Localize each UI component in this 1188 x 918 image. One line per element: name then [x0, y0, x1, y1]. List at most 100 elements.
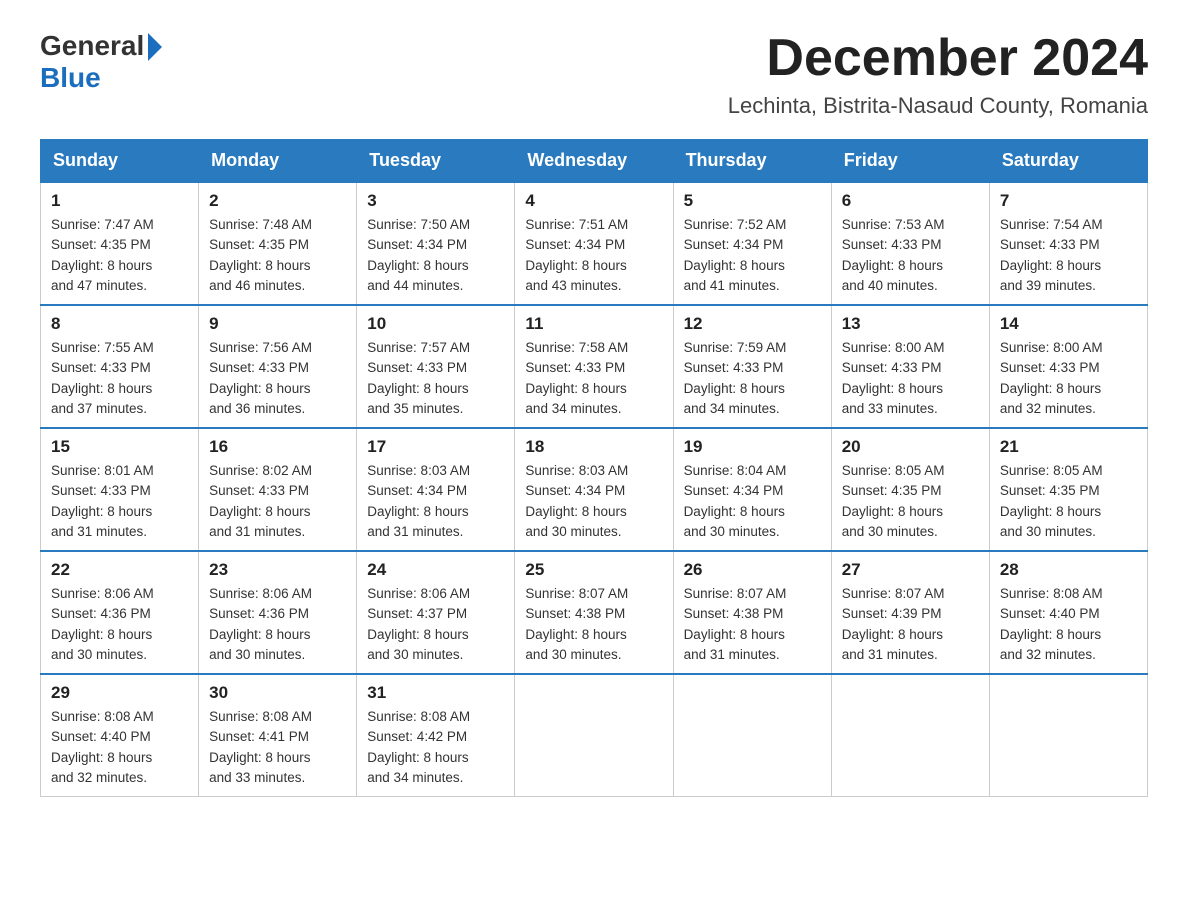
- table-row: 30 Sunrise: 8:08 AMSunset: 4:41 PMDaylig…: [199, 674, 357, 797]
- day-info: Sunrise: 8:06 AMSunset: 4:37 PMDaylight:…: [367, 584, 504, 665]
- day-number: 24: [367, 560, 504, 580]
- calendar-week-row: 1 Sunrise: 7:47 AMSunset: 4:35 PMDayligh…: [41, 182, 1148, 305]
- logo-general-text: General: [40, 30, 144, 62]
- table-row: 27 Sunrise: 8:07 AMSunset: 4:39 PMDaylig…: [831, 551, 989, 674]
- col-thursday: Thursday: [673, 140, 831, 183]
- day-number: 1: [51, 191, 188, 211]
- table-row: 28 Sunrise: 8:08 AMSunset: 4:40 PMDaylig…: [989, 551, 1147, 674]
- calendar-header-row: Sunday Monday Tuesday Wednesday Thursday…: [41, 140, 1148, 183]
- day-number: 2: [209, 191, 346, 211]
- day-number: 31: [367, 683, 504, 703]
- day-info: Sunrise: 7:48 AMSunset: 4:35 PMDaylight:…: [209, 215, 346, 296]
- day-info: Sunrise: 7:54 AMSunset: 4:33 PMDaylight:…: [1000, 215, 1137, 296]
- table-row: 1 Sunrise: 7:47 AMSunset: 4:35 PMDayligh…: [41, 182, 199, 305]
- page-header: General Blue December 2024 Lechinta, Bis…: [40, 30, 1148, 119]
- calendar-table: Sunday Monday Tuesday Wednesday Thursday…: [40, 139, 1148, 797]
- day-number: 28: [1000, 560, 1137, 580]
- table-row: 14 Sunrise: 8:00 AMSunset: 4:33 PMDaylig…: [989, 305, 1147, 428]
- day-number: 25: [525, 560, 662, 580]
- table-row: 20 Sunrise: 8:05 AMSunset: 4:35 PMDaylig…: [831, 428, 989, 551]
- day-number: 23: [209, 560, 346, 580]
- logo: General Blue: [40, 30, 162, 94]
- table-row: 16 Sunrise: 8:02 AMSunset: 4:33 PMDaylig…: [199, 428, 357, 551]
- day-number: 13: [842, 314, 979, 334]
- day-info: Sunrise: 7:47 AMSunset: 4:35 PMDaylight:…: [51, 215, 188, 296]
- day-number: 4: [525, 191, 662, 211]
- table-row: 2 Sunrise: 7:48 AMSunset: 4:35 PMDayligh…: [199, 182, 357, 305]
- col-tuesday: Tuesday: [357, 140, 515, 183]
- day-info: Sunrise: 7:57 AMSunset: 4:33 PMDaylight:…: [367, 338, 504, 419]
- table-row: 13 Sunrise: 8:00 AMSunset: 4:33 PMDaylig…: [831, 305, 989, 428]
- table-row: 18 Sunrise: 8:03 AMSunset: 4:34 PMDaylig…: [515, 428, 673, 551]
- calendar-week-row: 22 Sunrise: 8:06 AMSunset: 4:36 PMDaylig…: [41, 551, 1148, 674]
- day-info: Sunrise: 8:08 AMSunset: 4:42 PMDaylight:…: [367, 707, 504, 788]
- table-row: 7 Sunrise: 7:54 AMSunset: 4:33 PMDayligh…: [989, 182, 1147, 305]
- day-number: 15: [51, 437, 188, 457]
- day-number: 7: [1000, 191, 1137, 211]
- col-sunday: Sunday: [41, 140, 199, 183]
- day-info: Sunrise: 8:08 AMSunset: 4:40 PMDaylight:…: [51, 707, 188, 788]
- table-row: 19 Sunrise: 8:04 AMSunset: 4:34 PMDaylig…: [673, 428, 831, 551]
- table-row: 23 Sunrise: 8:06 AMSunset: 4:36 PMDaylig…: [199, 551, 357, 674]
- day-number: 18: [525, 437, 662, 457]
- table-row: 17 Sunrise: 8:03 AMSunset: 4:34 PMDaylig…: [357, 428, 515, 551]
- day-number: 3: [367, 191, 504, 211]
- day-info: Sunrise: 8:00 AMSunset: 4:33 PMDaylight:…: [1000, 338, 1137, 419]
- day-number: 5: [684, 191, 821, 211]
- day-number: 20: [842, 437, 979, 457]
- logo-triangle-icon: [148, 33, 162, 61]
- logo-blue-text: Blue: [40, 62, 162, 94]
- col-wednesday: Wednesday: [515, 140, 673, 183]
- day-number: 27: [842, 560, 979, 580]
- day-number: 11: [525, 314, 662, 334]
- table-row: 8 Sunrise: 7:55 AMSunset: 4:33 PMDayligh…: [41, 305, 199, 428]
- day-info: Sunrise: 8:00 AMSunset: 4:33 PMDaylight:…: [842, 338, 979, 419]
- table-row: 12 Sunrise: 7:59 AMSunset: 4:33 PMDaylig…: [673, 305, 831, 428]
- col-friday: Friday: [831, 140, 989, 183]
- day-info: Sunrise: 7:53 AMSunset: 4:33 PMDaylight:…: [842, 215, 979, 296]
- day-info: Sunrise: 8:05 AMSunset: 4:35 PMDaylight:…: [1000, 461, 1137, 542]
- day-info: Sunrise: 8:06 AMSunset: 4:36 PMDaylight:…: [51, 584, 188, 665]
- table-row: 10 Sunrise: 7:57 AMSunset: 4:33 PMDaylig…: [357, 305, 515, 428]
- day-info: Sunrise: 7:50 AMSunset: 4:34 PMDaylight:…: [367, 215, 504, 296]
- day-info: Sunrise: 8:03 AMSunset: 4:34 PMDaylight:…: [367, 461, 504, 542]
- day-info: Sunrise: 7:58 AMSunset: 4:33 PMDaylight:…: [525, 338, 662, 419]
- table-row: 22 Sunrise: 8:06 AMSunset: 4:36 PMDaylig…: [41, 551, 199, 674]
- day-info: Sunrise: 8:03 AMSunset: 4:34 PMDaylight:…: [525, 461, 662, 542]
- day-number: 14: [1000, 314, 1137, 334]
- day-info: Sunrise: 7:59 AMSunset: 4:33 PMDaylight:…: [684, 338, 821, 419]
- day-info: Sunrise: 8:05 AMSunset: 4:35 PMDaylight:…: [842, 461, 979, 542]
- table-row: 6 Sunrise: 7:53 AMSunset: 4:33 PMDayligh…: [831, 182, 989, 305]
- table-row: 4 Sunrise: 7:51 AMSunset: 4:34 PMDayligh…: [515, 182, 673, 305]
- calendar-week-row: 29 Sunrise: 8:08 AMSunset: 4:40 PMDaylig…: [41, 674, 1148, 797]
- calendar-subtitle: Lechinta, Bistrita-Nasaud County, Romani…: [728, 93, 1148, 119]
- day-number: 26: [684, 560, 821, 580]
- table-row: [989, 674, 1147, 797]
- table-row: 15 Sunrise: 8:01 AMSunset: 4:33 PMDaylig…: [41, 428, 199, 551]
- calendar-title: December 2024: [728, 30, 1148, 87]
- day-info: Sunrise: 8:06 AMSunset: 4:36 PMDaylight:…: [209, 584, 346, 665]
- day-info: Sunrise: 8:02 AMSunset: 4:33 PMDaylight:…: [209, 461, 346, 542]
- table-row: 5 Sunrise: 7:52 AMSunset: 4:34 PMDayligh…: [673, 182, 831, 305]
- calendar-week-row: 8 Sunrise: 7:55 AMSunset: 4:33 PMDayligh…: [41, 305, 1148, 428]
- table-row: 21 Sunrise: 8:05 AMSunset: 4:35 PMDaylig…: [989, 428, 1147, 551]
- table-row: 26 Sunrise: 8:07 AMSunset: 4:38 PMDaylig…: [673, 551, 831, 674]
- day-info: Sunrise: 8:08 AMSunset: 4:40 PMDaylight:…: [1000, 584, 1137, 665]
- day-info: Sunrise: 7:52 AMSunset: 4:34 PMDaylight:…: [684, 215, 821, 296]
- table-row: 31 Sunrise: 8:08 AMSunset: 4:42 PMDaylig…: [357, 674, 515, 797]
- day-number: 6: [842, 191, 979, 211]
- day-number: 30: [209, 683, 346, 703]
- day-number: 16: [209, 437, 346, 457]
- day-info: Sunrise: 7:55 AMSunset: 4:33 PMDaylight:…: [51, 338, 188, 419]
- table-row: [673, 674, 831, 797]
- day-number: 9: [209, 314, 346, 334]
- day-info: Sunrise: 8:04 AMSunset: 4:34 PMDaylight:…: [684, 461, 821, 542]
- day-number: 8: [51, 314, 188, 334]
- day-info: Sunrise: 7:56 AMSunset: 4:33 PMDaylight:…: [209, 338, 346, 419]
- calendar-week-row: 15 Sunrise: 8:01 AMSunset: 4:33 PMDaylig…: [41, 428, 1148, 551]
- day-info: Sunrise: 7:51 AMSunset: 4:34 PMDaylight:…: [525, 215, 662, 296]
- day-info: Sunrise: 8:07 AMSunset: 4:38 PMDaylight:…: [525, 584, 662, 665]
- day-info: Sunrise: 8:07 AMSunset: 4:38 PMDaylight:…: [684, 584, 821, 665]
- day-number: 19: [684, 437, 821, 457]
- col-monday: Monday: [199, 140, 357, 183]
